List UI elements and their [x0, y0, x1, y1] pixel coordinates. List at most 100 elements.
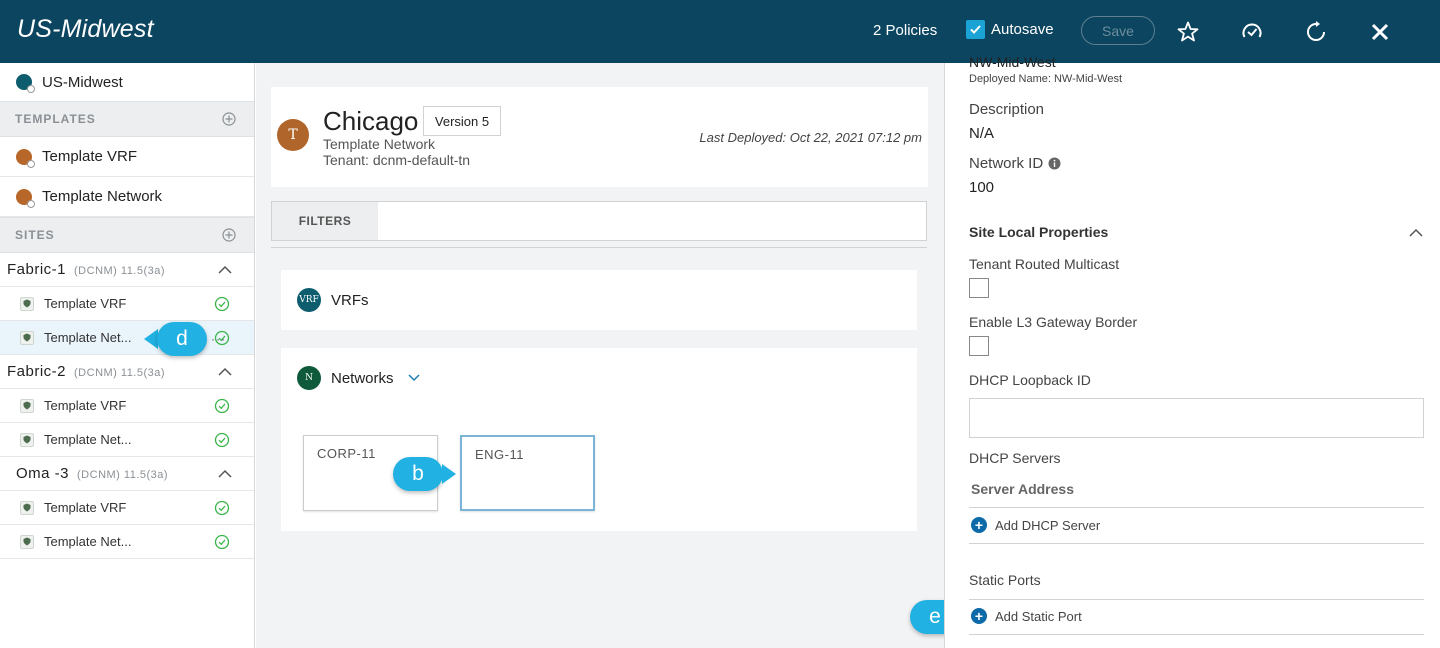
sidebar-item-label: Template VRF: [42, 148, 138, 165]
plus-icon: +: [971, 608, 987, 624]
properties-panel: NW-Mid-West Deployed Name: NW-Mid-West D…: [944, 54, 1440, 648]
chevron-up-icon[interactable]: [218, 367, 232, 376]
refresh-icon[interactable]: [1304, 20, 1328, 44]
shield-icon: [20, 330, 34, 345]
check-circle-icon: [214, 398, 230, 413]
server-address-column: Server Address: [971, 481, 1074, 497]
site-template-label: Template Net...: [44, 330, 132, 345]
deployed-name: Deployed Name: NW-Mid-West: [969, 73, 1123, 85]
site-template-label: Template VRF: [44, 398, 127, 413]
check-circle-icon: [214, 432, 230, 447]
check-circle-icon: [214, 296, 230, 311]
description-value: N/A: [969, 125, 995, 142]
dhcp-loopback-id-input[interactable]: [969, 398, 1424, 438]
chevron-up-icon[interactable]: [218, 265, 232, 274]
site-template-vrf[interactable]: Template VRF: [0, 287, 254, 321]
callout-b-label: b: [393, 457, 443, 491]
site-template-label: Template VRF: [44, 296, 127, 311]
template-title: Chicago: [323, 106, 419, 136]
chevron-up-icon[interactable]: [1409, 228, 1423, 237]
add-site-icon[interactable]: [222, 228, 236, 242]
site-fabric-2[interactable]: Fabric-2 (DCNM) 11.5(3a): [0, 355, 254, 389]
vrfs-section[interactable]: VRF VRFs: [281, 270, 917, 330]
site-template-vrf[interactable]: Template VRF: [0, 389, 254, 423]
main-content: T Chicago Version 5 Template Network Ten…: [256, 63, 944, 648]
filters-label: FILTERS: [272, 202, 378, 240]
divider: [969, 599, 1424, 600]
autosave-checkbox[interactable]: [966, 20, 985, 39]
enable-l3-gateway-border-label: Enable L3 Gateway Border: [969, 314, 1138, 330]
site-oma-3[interactable]: Oma -3 (DCNM) 11.5(3a): [0, 457, 254, 491]
filter-input[interactable]: [378, 202, 926, 240]
section-title: SITES: [15, 228, 55, 242]
star-icon[interactable]: [1176, 20, 1200, 44]
dhcp-loopback-id-label: DHCP Loopback ID: [969, 372, 1091, 388]
chevron-up-icon[interactable]: [218, 469, 232, 478]
add-template-icon[interactable]: [222, 112, 236, 126]
check-circle-icon: [214, 534, 230, 549]
check-circle-icon: [214, 500, 230, 515]
page-title: US-Midwest: [17, 15, 154, 43]
divider: [969, 543, 1424, 544]
site-template-network[interactable]: Template Net...: [0, 423, 254, 457]
add-dhcp-server-label: Add DHCP Server: [995, 517, 1101, 533]
last-deployed: Last Deployed: Oct 22, 2021 07:12 pm: [699, 130, 922, 145]
callout-pointer-icon: [144, 329, 158, 349]
network-id-value: 100: [969, 179, 995, 196]
version-badge[interactable]: Version 5: [423, 106, 501, 136]
sidebar-item-label: Template Network: [42, 188, 163, 205]
network-id-label: Network ID: [969, 155, 1044, 172]
networks-header[interactable]: N Networks: [297, 366, 420, 390]
site-template-network[interactable]: Template Net...: [0, 525, 254, 559]
add-static-port-label: Add Static Port: [995, 608, 1082, 624]
add-dhcp-server-button[interactable]: + Add DHCP Server: [971, 517, 1100, 533]
network-name-cut: NW-Mid-West: [969, 54, 1056, 70]
template-header-card: T Chicago Version 5 Template Network Ten…: [271, 87, 928, 187]
close-icon[interactable]: [1368, 20, 1392, 44]
policies-count[interactable]: 2 Policies: [873, 22, 937, 39]
site-meta: (DCNM) 11.5(3a): [77, 468, 169, 481]
callout-d-label: d: [157, 322, 207, 356]
check-icon: [970, 25, 981, 34]
network-tile-eng[interactable]: ENG-11: [460, 435, 595, 511]
vrf-badge-icon: VRF: [297, 288, 321, 312]
site-fabric-1[interactable]: Fabric-1 (DCNM) 11.5(3a): [0, 253, 254, 287]
site-template-label: Template VRF: [44, 500, 127, 515]
divider: [271, 247, 927, 248]
filter-bar[interactable]: FILTERS: [271, 201, 927, 241]
autosave-toggle[interactable]: Autosave: [966, 20, 1054, 39]
chevron-down-icon[interactable]: [407, 374, 420, 382]
schema-icon: [16, 74, 35, 93]
site-meta: (DCNM) 11.5(3a): [74, 264, 166, 277]
description-label: Description: [969, 101, 1045, 118]
callout-d: d ···: [144, 322, 226, 356]
deploy-gauge-icon[interactable]: [1240, 20, 1264, 44]
info-icon[interactable]: [1048, 157, 1061, 170]
template-icon: [16, 188, 35, 208]
shield-icon: [20, 432, 34, 447]
shield-icon: [20, 534, 34, 549]
tenant-routed-multicast-checkbox[interactable]: [969, 278, 989, 298]
site-template-label: Template Net...: [44, 534, 132, 549]
divider: [969, 634, 1424, 635]
tenant-label: Tenant: dcnm-default-tn: [323, 152, 471, 168]
tenant-routed-multicast-label: Tenant Routed Multicast: [969, 256, 1120, 272]
template-subtitle: Template Network: [323, 136, 436, 152]
autosave-label: Autosave: [991, 21, 1054, 38]
site-template-vrf[interactable]: Template VRF: [0, 491, 254, 525]
save-button[interactable]: Save: [1081, 16, 1155, 45]
sidebar-item-template-vrf[interactable]: Template VRF: [0, 137, 254, 177]
site-name: Fabric-2: [7, 362, 67, 380]
network-badge-icon: N: [297, 366, 321, 390]
enable-l3-gateway-border-checkbox[interactable]: [969, 336, 989, 356]
plus-icon: +: [971, 517, 987, 533]
sidebar-item-schema[interactable]: US-Midwest: [0, 63, 254, 101]
add-static-port-button[interactable]: + Add Static Port: [971, 608, 1082, 624]
sidebar-item-label: US-Midwest: [42, 73, 123, 91]
template-avatar: T: [277, 119, 309, 151]
section-title: TEMPLATES: [15, 112, 96, 126]
sidebar-item-template-network[interactable]: Template Network: [0, 177, 254, 217]
top-header: US-Midwest 2 Policies Autosave Save: [0, 0, 1440, 63]
networks-label: Networks: [331, 369, 394, 387]
static-ports-label: Static Ports: [969, 572, 1041, 588]
